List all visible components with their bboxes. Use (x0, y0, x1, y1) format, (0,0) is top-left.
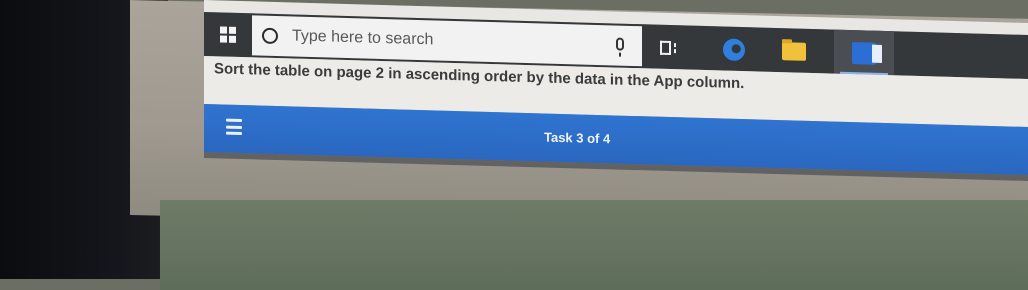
microphone-icon[interactable] (616, 37, 624, 51)
task-view-button[interactable] (644, 30, 694, 65)
hamburger-menu-icon[interactable] (226, 118, 242, 136)
screen: Type here to search Sort the table on pa… (204, 0, 1028, 183)
start-button[interactable] (204, 12, 252, 57)
search-circle-icon (262, 27, 278, 45)
task-counter: Task 3 of 4 (544, 129, 611, 147)
edge-browser-icon (723, 38, 745, 62)
task-view-icon (660, 40, 678, 56)
word-icon-wrap (839, 36, 889, 71)
word-app-icon (852, 42, 876, 65)
desk-surface (160, 200, 1028, 290)
file-explorer-icon (782, 42, 806, 61)
search-placeholder: Type here to search (292, 27, 434, 49)
word-taskbar-button[interactable] (834, 29, 894, 76)
file-explorer-button[interactable] (769, 34, 819, 69)
windows-start-icon (220, 26, 236, 43)
edge-browser-button[interactable] (709, 32, 759, 67)
